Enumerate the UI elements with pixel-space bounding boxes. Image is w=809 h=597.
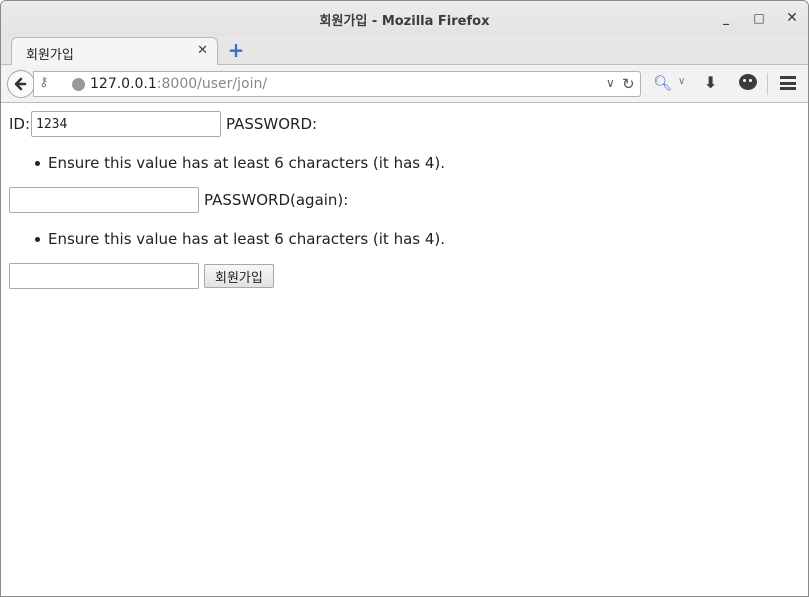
- back-button[interactable]: [7, 70, 35, 98]
- browser-window: 회원가입 - Mozilla Firefox _ □ ✕ 회원가입 ✕ + ⚷ …: [0, 0, 809, 597]
- password-again-row: 회원가입: [9, 263, 274, 289]
- minimize-button[interactable]: _: [717, 9, 735, 27]
- password-error-list: Ensure this value has at least 6 charact…: [35, 154, 445, 172]
- join-submit-button[interactable]: 회원가입: [204, 264, 274, 288]
- reload-icon[interactable]: ↻: [622, 75, 635, 93]
- search-icon[interactable]: 🔍︎: [653, 74, 672, 92]
- chat-icon[interactable]: [739, 74, 757, 90]
- password-label: PASSWORD:: [226, 115, 318, 133]
- close-window-button[interactable]: ✕: [783, 9, 801, 27]
- password-error-message: Ensure this value has at least 6 charact…: [35, 154, 445, 172]
- password-again-error-message: Ensure this value has at least 6 charact…: [35, 230, 445, 248]
- password-again-error-list: Ensure this value has at least 6 charact…: [35, 230, 445, 248]
- chevron-down-icon[interactable]: ∨: [606, 76, 615, 90]
- new-tab-button[interactable]: +: [227, 39, 245, 61]
- search-engine-dropdown-icon[interactable]: ∨: [678, 76, 685, 87]
- hamburger-menu-icon[interactable]: [780, 76, 796, 90]
- maximize-button[interactable]: □: [750, 9, 768, 27]
- tab-label: 회원가입: [26, 48, 74, 63]
- id-label: ID:: [9, 115, 31, 133]
- id-input[interactable]: [31, 111, 222, 137]
- url-bar[interactable]: ⚷ 127.0.0.1:8000/user/join/ ∨ ↻: [33, 71, 641, 97]
- id-row: ID: PASSWORD:: [9, 111, 319, 137]
- key-icon[interactable]: ⚷: [39, 75, 49, 90]
- password-again-input[interactable]: [9, 263, 199, 289]
- back-arrow-icon: [14, 77, 27, 91]
- password-input[interactable]: [9, 187, 199, 213]
- url-host: 127.0.0.1: [90, 76, 157, 92]
- title-bar: 회원가입 - Mozilla Firefox _ □ ✕: [1, 1, 808, 36]
- url-path: :8000/user/join/: [156, 76, 268, 92]
- download-icon[interactable]: ⬇: [704, 73, 717, 92]
- page-content: ID: PASSWORD: Ensure this value has at l…: [1, 104, 808, 596]
- globe-icon[interactable]: [72, 78, 85, 91]
- password-again-label: PASSWORD(again):: [204, 191, 349, 209]
- tab-strip: 회원가입 ✕ +: [1, 36, 808, 66]
- url-text[interactable]: 127.0.0.1:8000/user/join/: [90, 76, 267, 92]
- toolbar-separator: [767, 73, 768, 95]
- window-title: 회원가입 - Mozilla Firefox: [319, 14, 490, 29]
- password-row: PASSWORD(again):: [9, 187, 350, 213]
- navigation-toolbar: ⚷ 127.0.0.1:8000/user/join/ ∨ ↻ 🔍︎ ∨ ⬇: [1, 65, 808, 103]
- tab-join[interactable]: 회원가입 ✕: [11, 37, 218, 66]
- tab-close-icon[interactable]: ✕: [197, 43, 208, 58]
